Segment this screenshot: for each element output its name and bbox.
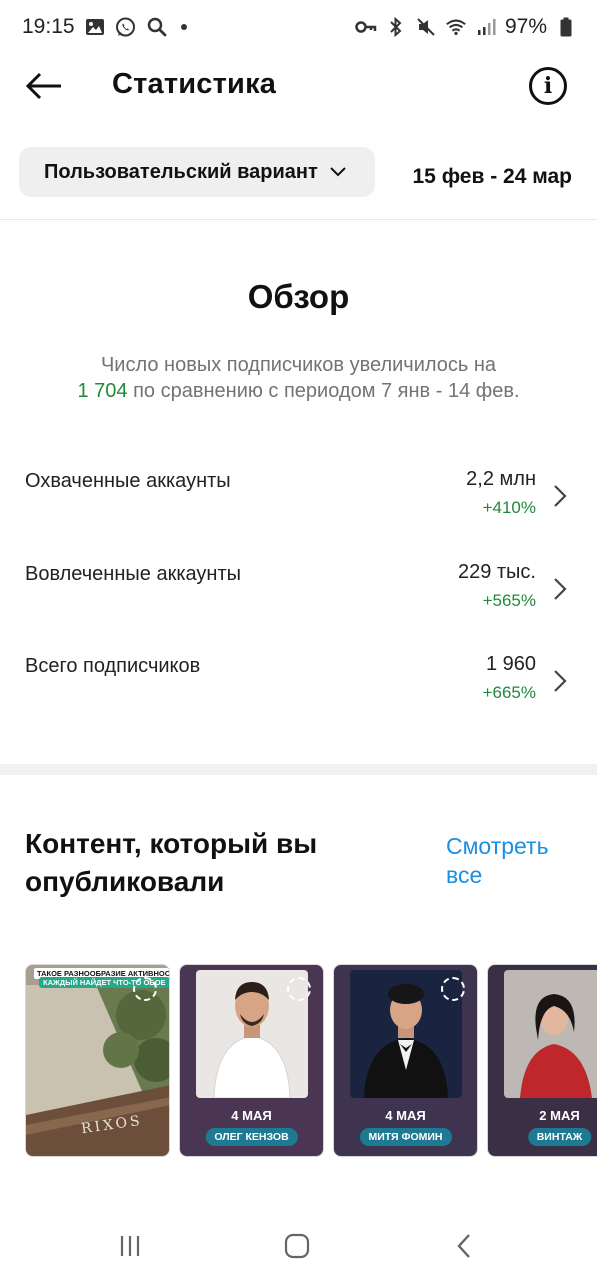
recent-apps-button[interactable] <box>110 1232 150 1260</box>
post-thumbnail[interactable]: 4 МАЯ МИТЯ ФОМИН <box>333 964 478 1157</box>
key-icon <box>355 16 377 38</box>
divider <box>0 219 597 220</box>
battery-percent: 97% <box>504 15 547 38</box>
chevron-left-icon <box>457 1234 470 1258</box>
post-date: 4 МАЯ <box>385 1108 426 1123</box>
battery-icon <box>555 16 577 38</box>
metric-value: 229 тыс. <box>457 561 536 583</box>
metric-label: Охваченные аккаунты <box>25 470 231 492</box>
whatsapp-icon <box>115 16 137 38</box>
notification-dot-icon <box>180 24 187 30</box>
arrow-left-icon <box>25 72 61 100</box>
gallery-icon <box>84 16 106 38</box>
metric-value: 2,2 млн <box>466 468 536 490</box>
period-dropdown-label: Пользовательский вариант <box>44 160 318 183</box>
post-date: 4 МАЯ <box>231 1108 272 1123</box>
status-left: 19:15 <box>22 15 187 39</box>
app-bar: Статистика i <box>0 54 597 118</box>
post-tag: ОЛЕГ КЕНЗОВ <box>205 1128 298 1146</box>
info-icon: i <box>543 73 553 99</box>
metric-label: Всего подписчиков <box>25 655 201 677</box>
overview-subtitle-line1: Число новых подписчиков увеличилось на <box>100 354 497 376</box>
metric-change: +665% <box>482 683 536 702</box>
metric-total-followers[interactable]: Всего подписчиков 1 960 +665% <box>0 653 597 725</box>
post-thumbnail[interactable]: 2 МАЯ ВИНТАЖ <box>487 964 597 1157</box>
loading-icon <box>133 977 157 1001</box>
search-icon <box>146 16 168 38</box>
loading-icon <box>287 977 311 1001</box>
system-back-button[interactable] <box>444 1232 484 1260</box>
system-nav-bar <box>0 1212 597 1280</box>
wifi-icon <box>445 16 467 38</box>
metric-accounts-reached[interactable]: Охваченные аккаунты 2,2 млн +410% <box>0 468 597 540</box>
home-button[interactable] <box>277 1232 317 1260</box>
overview-title: Обзор <box>247 278 350 315</box>
post-tag: ВИНТАЖ <box>527 1128 592 1146</box>
metric-change: +410% <box>482 498 536 517</box>
status-time: 19:15 <box>22 15 75 38</box>
period-dropdown[interactable]: Пользовательский вариант <box>19 147 375 197</box>
post-tag: МИТЯ ФОМИН <box>359 1128 452 1146</box>
date-range: 15 фев - 24 мар <box>412 165 573 188</box>
see-all-link[interactable]: Смотреть все <box>446 832 576 890</box>
content-section-title: Контент, который вы опубликовали <box>25 828 318 897</box>
bluetooth-icon <box>385 16 407 38</box>
new-followers-count: 1 704 <box>77 380 128 402</box>
overview-subtitle-line2: по сравнению с периодом 7 янв - 14 фев. <box>133 380 520 402</box>
mute-icon <box>415 16 437 38</box>
metric-value: 1 960 <box>485 653 536 675</box>
section-divider <box>0 764 597 775</box>
post-thumbnail[interactable]: 4 МАЯ ОЛЕГ КЕНЗОВ <box>179 964 324 1157</box>
post-thumbnail[interactable]: ТАКОЕ РАЗНООБРАЗИЕ АКТИВНОСТЕЙ КАЖДЫЙ НА… <box>25 964 170 1157</box>
info-button[interactable]: i <box>529 67 567 105</box>
chevron-right-icon <box>551 575 569 603</box>
chevron-right-icon <box>551 667 569 695</box>
recent-apps-icon <box>120 1236 140 1256</box>
post-image <box>504 970 597 1098</box>
filter-row: Пользовательский вариант 15 фев - 24 мар <box>0 145 597 199</box>
page-title: Статистика <box>112 68 277 100</box>
chevron-right-icon <box>551 482 569 510</box>
content-carousel[interactable]: ТАКОЕ РАЗНООБРАЗИЕ АКТИВНОСТЕЙ КАЖДЫЙ НА… <box>25 964 597 1157</box>
signal-icon <box>475 16 497 38</box>
chevron-down-icon <box>330 167 346 177</box>
loading-icon <box>441 977 465 1001</box>
metric-label: Вовлеченные аккаунты <box>25 563 241 585</box>
status-right: 97% <box>355 15 577 39</box>
home-icon <box>284 1233 310 1259</box>
metric-accounts-engaged[interactable]: Вовлеченные аккаунты 229 тыс. +565% <box>0 561 597 633</box>
status-bar: 19:15 97% <box>0 0 597 54</box>
post-date: 2 МАЯ <box>539 1108 580 1123</box>
overview-subtitle: Число новых подписчиков увеличилось на 1… <box>30 352 567 404</box>
back-button[interactable] <box>22 68 66 104</box>
metric-change: +565% <box>482 591 536 610</box>
